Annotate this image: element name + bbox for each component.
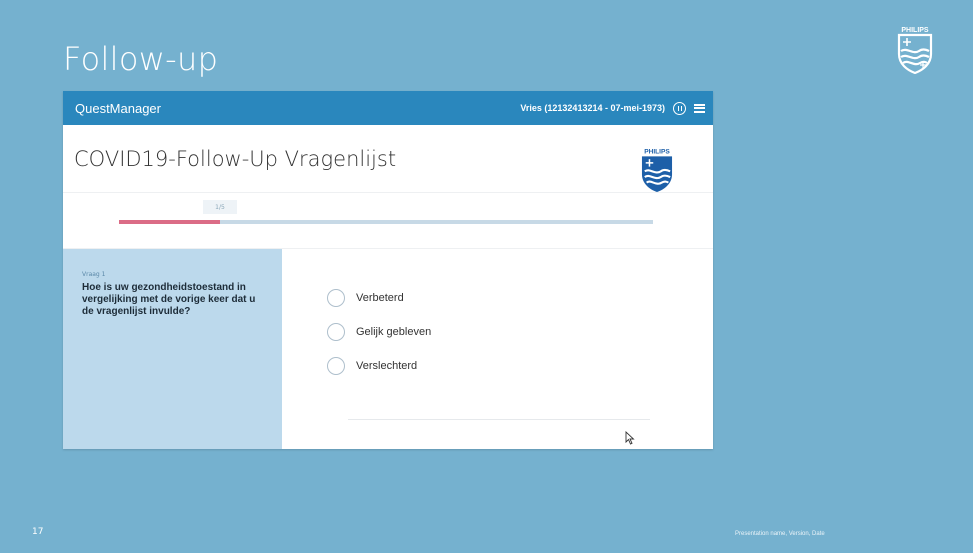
progress-bar (119, 220, 653, 224)
slide-title: Follow-up (63, 40, 219, 78)
radio-button[interactable] (327, 357, 345, 375)
divider (348, 419, 650, 420)
question-text: Hoe is uw gezondheidstoestand in vergeli… (82, 282, 256, 317)
app-name: QuestManager (75, 100, 161, 116)
option-label: Verbeterd (356, 292, 404, 304)
radio-button[interactable] (327, 323, 345, 341)
question-area: Vraag 1 Hoe is uw gezondheidstoestand in… (63, 249, 713, 449)
slide-footer: Presentation name, Version, Date (735, 531, 825, 537)
header-right: Vries (12132413214 - 07-mei-1973) (520, 101, 705, 115)
progress-label: 1/5 (203, 200, 237, 214)
quest-manager-window: QuestManager Vries (12132413214 - 07-mei… (63, 91, 713, 449)
answer-options: Verbeterd Gelijk gebleven Verslechterd (327, 281, 431, 383)
form-title-area: COVID19-Follow-Up Vragenlijst PHILIPS (63, 125, 713, 193)
question-panel: Vraag 1 Hoe is uw gezondheidstoestand in… (63, 249, 282, 449)
option-verbeterd[interactable]: Verbeterd (327, 281, 431, 315)
app-header: QuestManager Vries (12132413214 - 07-mei… (63, 91, 713, 125)
philips-logo-icon: PHILIPS (641, 146, 673, 193)
radio-button[interactable] (327, 289, 345, 307)
cursor-icon (625, 431, 635, 445)
progress-fill (119, 220, 221, 224)
option-verslechterd[interactable]: Verslechterd (327, 349, 431, 383)
option-gelijk-gebleven[interactable]: Gelijk gebleven (327, 315, 431, 349)
option-label: Gelijk gebleven (356, 326, 432, 338)
option-label: Verslechterd (356, 360, 418, 372)
question-number: Vraag 1 (82, 271, 106, 278)
philips-shield-icon: PHILIPS (897, 27, 933, 74)
slide-number: 17 (32, 527, 44, 537)
form-title: COVID19-Follow-Up Vragenlijst (74, 147, 397, 171)
philips-logo-wordmark: PHILIPS (644, 149, 670, 156)
progress-area: 1/5 (63, 193, 713, 249)
menu-icon[interactable] (694, 103, 705, 113)
philips-wordmark: PHILIPS (901, 27, 929, 34)
patient-info: Vries (12132413214 - 07-mei-1973) (520, 103, 665, 113)
pause-icon[interactable] (673, 101, 686, 115)
